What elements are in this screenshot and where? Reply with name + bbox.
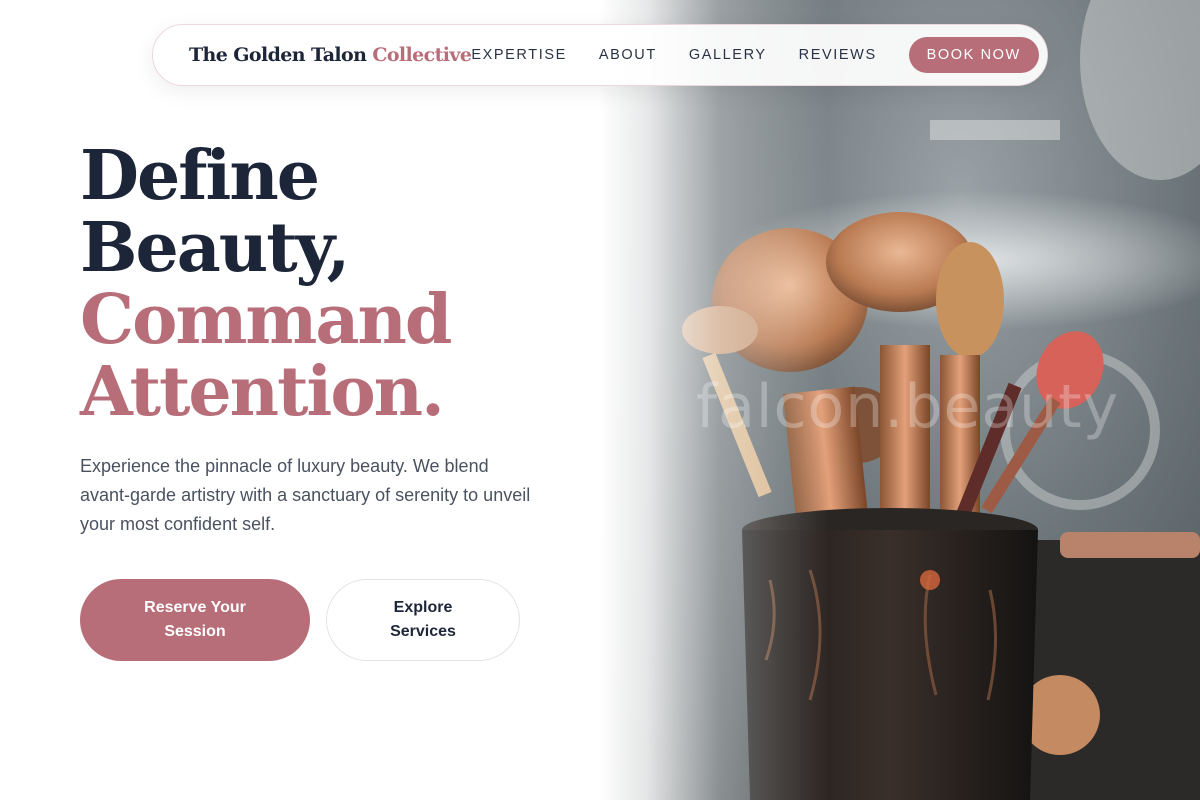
hero-description: Experience the pinnacle of luxury beauty… xyxy=(80,456,531,534)
nav-link-reviews[interactable]: REVIEWS xyxy=(799,47,877,63)
brand-logo[interactable]: The Golden Talon Collective xyxy=(189,44,472,66)
reserve-session-button[interactable]: Reserve Your Session xyxy=(80,579,310,661)
brand-name: The Golden Talon xyxy=(189,44,367,66)
nav-link-about[interactable]: ABOUT xyxy=(599,47,657,63)
headline-line-3: Command xyxy=(80,280,452,360)
brand-accent: Collective xyxy=(372,44,472,66)
headline-line-4: Attention. xyxy=(80,352,445,432)
explore-services-button[interactable]: Explore Services xyxy=(326,579,520,661)
hero-image: falcon.beauty xyxy=(600,0,1200,800)
main-navbar: The Golden Talon Collective EXPERTISE AB… xyxy=(152,24,1048,86)
headline-line-1: Define xyxy=(80,136,320,216)
nav-link-gallery[interactable]: GALLERY xyxy=(689,47,767,63)
nav-links: EXPERTISE ABOUT GALLERY REVIEWS BOOK NOW xyxy=(471,37,1039,73)
nav-link-expertise[interactable]: EXPERTISE xyxy=(471,47,567,63)
headline-line-2: Beauty, xyxy=(80,208,350,288)
image-watermark: falcon.beauty xyxy=(696,372,1120,442)
book-now-button[interactable]: BOOK NOW xyxy=(908,37,1039,73)
hero-headline: Define Beauty, Command Attention. xyxy=(80,140,580,428)
